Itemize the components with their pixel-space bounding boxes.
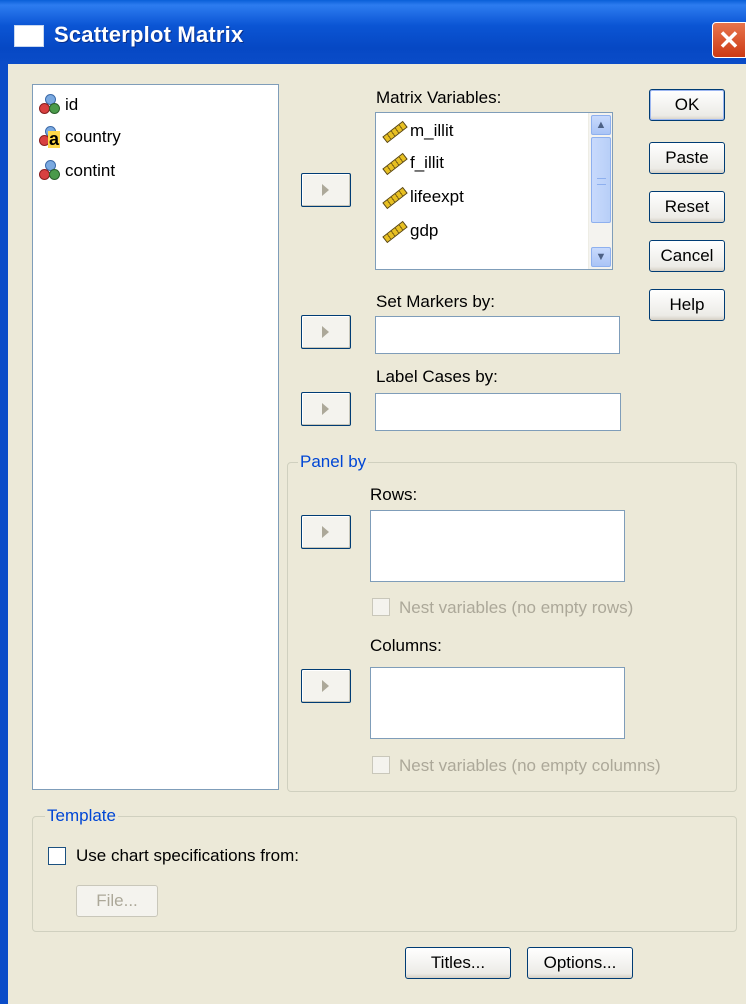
matrix-variables-label: Matrix Variables: [376, 88, 502, 107]
variable-label: f_illit [410, 153, 445, 172]
options-button[interactable]: Options... [527, 947, 633, 979]
panel-by-title: Panel by [298, 452, 369, 472]
variable-label: contint [65, 161, 116, 180]
paste-button[interactable]: Paste [649, 142, 725, 174]
arrow-right-icon [322, 184, 329, 196]
ok-button[interactable]: OK [649, 89, 725, 121]
columns-field[interactable] [370, 667, 625, 739]
variable-label: country [65, 127, 121, 146]
close-button[interactable]: ✕ [712, 22, 746, 58]
set-markers-field[interactable] [375, 316, 620, 354]
nest-rows-label: Nest variables (no empty rows) [399, 598, 634, 617]
rows-field[interactable] [370, 510, 625, 582]
variable-label: id [65, 95, 79, 114]
move-to-matrix-button[interactable] [301, 173, 351, 207]
list-item-gdp[interactable]: gdp [382, 215, 438, 247]
scale-ruler-icon [382, 152, 408, 176]
arrow-right-icon [322, 326, 329, 338]
arrow-right-icon [322, 403, 329, 415]
use-chart-spec-label: Use chart specifications from: [76, 846, 299, 865]
rows-label: Rows: [370, 485, 418, 504]
cancel-button[interactable]: Cancel [649, 240, 725, 272]
move-to-rows-button[interactable] [301, 515, 351, 549]
scale-ruler-icon [382, 220, 408, 244]
nest-rows-checkbox[interactable] [372, 598, 390, 616]
help-button[interactable]: Help [649, 289, 725, 321]
window-title: Scatterplot Matrix [54, 22, 244, 47]
string-nominal-icon: a [39, 125, 61, 149]
variable-label: gdp [410, 221, 439, 240]
arrow-right-icon [322, 680, 329, 692]
variable-label: m_illit [410, 121, 454, 140]
scroll-thumb[interactable] [591, 137, 611, 223]
window-icon [14, 25, 44, 47]
reset-button[interactable]: Reset [649, 191, 725, 223]
columns-label: Columns: [370, 636, 442, 655]
variable-label: lifeexpt [410, 187, 464, 206]
use-chart-spec-checkbox[interactable] [48, 847, 66, 865]
template-title: Template [45, 806, 118, 826]
nominal-icon [39, 93, 61, 117]
vertical-scrollbar[interactable]: ▲ ▼ [588, 113, 612, 269]
list-item-f-illit[interactable]: f_illit [382, 147, 444, 179]
list-item-contint[interactable]: contint [39, 157, 115, 185]
label-cases-label: Label Cases by: [376, 367, 498, 386]
nominal-icon [39, 159, 61, 183]
file-button[interactable]: File... [76, 885, 158, 917]
set-markers-label: Set Markers by: [376, 292, 496, 311]
title-bar[interactable]: Scatterplot Matrix ✕ [0, 0, 746, 64]
arrow-right-icon [322, 526, 329, 538]
list-item-country[interactable]: a country [39, 123, 121, 151]
source-variable-list[interactable]: id a country contint [32, 84, 279, 790]
nest-columns-checkbox[interactable] [372, 756, 390, 774]
list-item-id[interactable]: id [39, 91, 78, 119]
scroll-up-button[interactable]: ▲ [591, 115, 611, 135]
scale-ruler-icon [382, 186, 408, 210]
matrix-variables-list[interactable]: m_illit f_illit lifeexpt gdp ▲ ▼ [375, 112, 613, 270]
scroll-down-button[interactable]: ▼ [591, 247, 611, 267]
nest-columns-label: Nest variables (no empty columns) [399, 756, 661, 775]
move-to-label-cases-button[interactable] [301, 392, 351, 426]
window-frame [0, 64, 8, 1004]
label-cases-field[interactable] [375, 393, 621, 431]
move-to-columns-button[interactable] [301, 669, 351, 703]
scale-ruler-icon [382, 120, 408, 144]
list-item-m-illit[interactable]: m_illit [382, 115, 453, 147]
list-item-lifeexpt[interactable]: lifeexpt [382, 181, 464, 213]
titles-button[interactable]: Titles... [405, 947, 511, 979]
move-to-markers-button[interactable] [301, 315, 351, 349]
